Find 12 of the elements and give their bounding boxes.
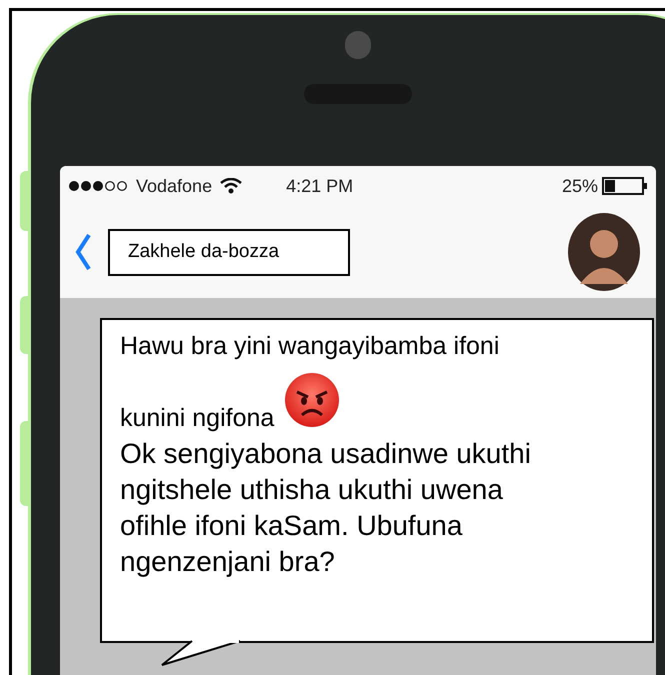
- message-text: kunini ngifona: [120, 404, 274, 432]
- carrier-name: Vodafone: [136, 174, 212, 198]
- wifi-icon: [220, 178, 242, 194]
- message-text: Ok sengiyabona usadinwe ukuthi ngitshele uthisha ukuthi uwena ofihle ifoni kaSam. Ubufuna ngenzenjani bra?: [120, 438, 531, 577]
- avatar-silhouette-icon[interactable]: [566, 212, 642, 292]
- battery-percent: 25%: [562, 174, 598, 198]
- back-chevron-icon[interactable]: [74, 232, 92, 272]
- contact-name: Zakhele da-bozza: [108, 228, 350, 276]
- message-text: Hawu bra yini wangayibamba ifoni: [120, 332, 500, 360]
- battery-icon: [602, 177, 648, 195]
- angry-face-icon: [284, 372, 340, 428]
- clock-time: 4:21 PM: [286, 174, 354, 198]
